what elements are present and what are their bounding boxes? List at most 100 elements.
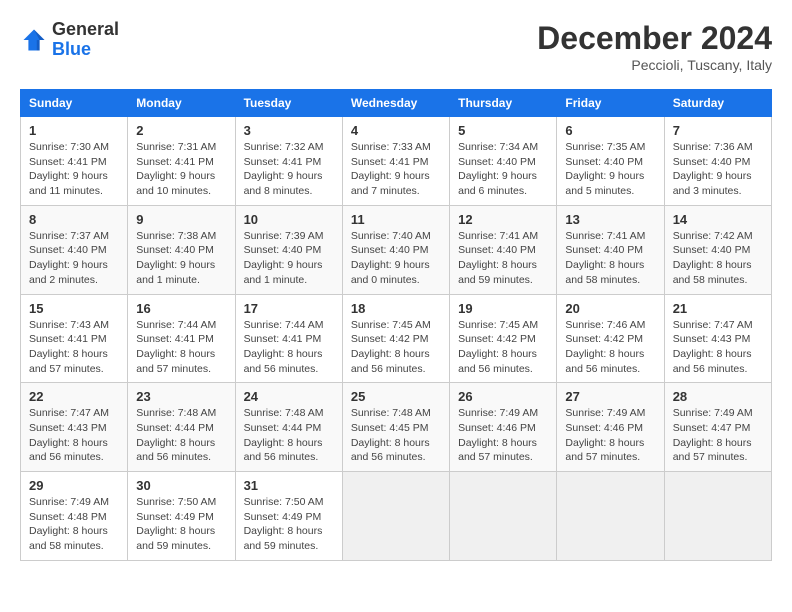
table-cell: 26 Sunrise: 7:49 AM Sunset: 4:46 PM Dayl…: [450, 383, 557, 472]
day-info: Sunrise: 7:37 AM Sunset: 4:40 PM Dayligh…: [29, 229, 119, 288]
day-info: Sunrise: 7:38 AM Sunset: 4:40 PM Dayligh…: [136, 229, 226, 288]
day-info: Sunrise: 7:48 AM Sunset: 4:44 PM Dayligh…: [244, 406, 334, 465]
table-cell: 17 Sunrise: 7:44 AM Sunset: 4:41 PM Dayl…: [235, 294, 342, 383]
table-cell: 8 Sunrise: 7:37 AM Sunset: 4:40 PM Dayli…: [21, 205, 128, 294]
day-info: Sunrise: 7:33 AM Sunset: 4:41 PM Dayligh…: [351, 140, 441, 199]
day-info: Sunrise: 7:48 AM Sunset: 4:45 PM Dayligh…: [351, 406, 441, 465]
day-number: 21: [673, 301, 763, 316]
table-cell: 11 Sunrise: 7:40 AM Sunset: 4:40 PM Dayl…: [342, 205, 449, 294]
header-wednesday: Wednesday: [342, 90, 449, 117]
day-info: Sunrise: 7:50 AM Sunset: 4:49 PM Dayligh…: [244, 495, 334, 554]
day-info: Sunrise: 7:49 AM Sunset: 4:46 PM Dayligh…: [458, 406, 548, 465]
day-info: Sunrise: 7:40 AM Sunset: 4:40 PM Dayligh…: [351, 229, 441, 288]
day-number: 16: [136, 301, 226, 316]
table-cell: 19 Sunrise: 7:45 AM Sunset: 4:42 PM Dayl…: [450, 294, 557, 383]
day-info: Sunrise: 7:48 AM Sunset: 4:44 PM Dayligh…: [136, 406, 226, 465]
day-info: Sunrise: 7:42 AM Sunset: 4:40 PM Dayligh…: [673, 229, 763, 288]
day-number: 29: [29, 478, 119, 493]
logo-general: General: [52, 19, 119, 39]
day-info: Sunrise: 7:47 AM Sunset: 4:43 PM Dayligh…: [673, 318, 763, 377]
day-number: 13: [565, 212, 655, 227]
table-cell: 22 Sunrise: 7:47 AM Sunset: 4:43 PM Dayl…: [21, 383, 128, 472]
day-number: 15: [29, 301, 119, 316]
day-number: 11: [351, 212, 441, 227]
table-cell: 3 Sunrise: 7:32 AM Sunset: 4:41 PM Dayli…: [235, 117, 342, 206]
day-info: Sunrise: 7:43 AM Sunset: 4:41 PM Dayligh…: [29, 318, 119, 377]
day-number: 10: [244, 212, 334, 227]
header-friday: Friday: [557, 90, 664, 117]
day-info: Sunrise: 7:49 AM Sunset: 4:48 PM Dayligh…: [29, 495, 119, 554]
day-number: 20: [565, 301, 655, 316]
day-number: 6: [565, 123, 655, 138]
day-number: 24: [244, 389, 334, 404]
logo-text: General Blue: [52, 20, 119, 60]
day-info: Sunrise: 7:49 AM Sunset: 4:47 PM Dayligh…: [673, 406, 763, 465]
day-number: 8: [29, 212, 119, 227]
day-info: Sunrise: 7:39 AM Sunset: 4:40 PM Dayligh…: [244, 229, 334, 288]
day-number: 28: [673, 389, 763, 404]
day-number: 30: [136, 478, 226, 493]
table-cell: [342, 472, 449, 561]
day-info: Sunrise: 7:32 AM Sunset: 4:41 PM Dayligh…: [244, 140, 334, 199]
table-cell: 1 Sunrise: 7:30 AM Sunset: 4:41 PM Dayli…: [21, 117, 128, 206]
table-cell: 21 Sunrise: 7:47 AM Sunset: 4:43 PM Dayl…: [664, 294, 771, 383]
day-number: 17: [244, 301, 334, 316]
day-info: Sunrise: 7:34 AM Sunset: 4:40 PM Dayligh…: [458, 140, 548, 199]
logo-blue: Blue: [52, 39, 91, 59]
header-sunday: Sunday: [21, 90, 128, 117]
table-cell: 31 Sunrise: 7:50 AM Sunset: 4:49 PM Dayl…: [235, 472, 342, 561]
logo-icon: [20, 26, 48, 54]
table-cell: 15 Sunrise: 7:43 AM Sunset: 4:41 PM Dayl…: [21, 294, 128, 383]
day-number: 4: [351, 123, 441, 138]
day-number: 19: [458, 301, 548, 316]
day-info: Sunrise: 7:47 AM Sunset: 4:43 PM Dayligh…: [29, 406, 119, 465]
location-subtitle: Peccioli, Tuscany, Italy: [537, 57, 772, 73]
table-cell: 16 Sunrise: 7:44 AM Sunset: 4:41 PM Dayl…: [128, 294, 235, 383]
logo: General Blue: [20, 20, 119, 60]
day-info: Sunrise: 7:36 AM Sunset: 4:40 PM Dayligh…: [673, 140, 763, 199]
table-cell: 20 Sunrise: 7:46 AM Sunset: 4:42 PM Dayl…: [557, 294, 664, 383]
table-cell: 30 Sunrise: 7:50 AM Sunset: 4:49 PM Dayl…: [128, 472, 235, 561]
day-number: 25: [351, 389, 441, 404]
table-cell: 25 Sunrise: 7:48 AM Sunset: 4:45 PM Dayl…: [342, 383, 449, 472]
day-number: 3: [244, 123, 334, 138]
table-cell: 24 Sunrise: 7:48 AM Sunset: 4:44 PM Dayl…: [235, 383, 342, 472]
day-number: 18: [351, 301, 441, 316]
table-cell: [664, 472, 771, 561]
header-tuesday: Tuesday: [235, 90, 342, 117]
page-header: General Blue December 2024 Peccioli, Tus…: [20, 20, 772, 73]
day-info: Sunrise: 7:30 AM Sunset: 4:41 PM Dayligh…: [29, 140, 119, 199]
table-cell: 28 Sunrise: 7:49 AM Sunset: 4:47 PM Dayl…: [664, 383, 771, 472]
table-cell: 27 Sunrise: 7:49 AM Sunset: 4:46 PM Dayl…: [557, 383, 664, 472]
day-number: 12: [458, 212, 548, 227]
day-info: Sunrise: 7:49 AM Sunset: 4:46 PM Dayligh…: [565, 406, 655, 465]
table-cell: 9 Sunrise: 7:38 AM Sunset: 4:40 PM Dayli…: [128, 205, 235, 294]
day-info: Sunrise: 7:35 AM Sunset: 4:40 PM Dayligh…: [565, 140, 655, 199]
day-number: 31: [244, 478, 334, 493]
table-cell: [450, 472, 557, 561]
calendar-table: Sunday Monday Tuesday Wednesday Thursday…: [20, 89, 772, 561]
header-monday: Monday: [128, 90, 235, 117]
day-number: 26: [458, 389, 548, 404]
header-thursday: Thursday: [450, 90, 557, 117]
table-cell: 18 Sunrise: 7:45 AM Sunset: 4:42 PM Dayl…: [342, 294, 449, 383]
month-title: December 2024: [537, 20, 772, 57]
table-cell: 14 Sunrise: 7:42 AM Sunset: 4:40 PM Dayl…: [664, 205, 771, 294]
day-info: Sunrise: 7:46 AM Sunset: 4:42 PM Dayligh…: [565, 318, 655, 377]
day-number: 23: [136, 389, 226, 404]
day-info: Sunrise: 7:45 AM Sunset: 4:42 PM Dayligh…: [458, 318, 548, 377]
day-number: 22: [29, 389, 119, 404]
table-cell: 12 Sunrise: 7:41 AM Sunset: 4:40 PM Dayl…: [450, 205, 557, 294]
table-cell: 23 Sunrise: 7:48 AM Sunset: 4:44 PM Dayl…: [128, 383, 235, 472]
day-number: 14: [673, 212, 763, 227]
day-info: Sunrise: 7:41 AM Sunset: 4:40 PM Dayligh…: [458, 229, 548, 288]
day-info: Sunrise: 7:44 AM Sunset: 4:41 PM Dayligh…: [244, 318, 334, 377]
day-number: 1: [29, 123, 119, 138]
table-cell: 7 Sunrise: 7:36 AM Sunset: 4:40 PM Dayli…: [664, 117, 771, 206]
day-info: Sunrise: 7:44 AM Sunset: 4:41 PM Dayligh…: [136, 318, 226, 377]
table-cell: 6 Sunrise: 7:35 AM Sunset: 4:40 PM Dayli…: [557, 117, 664, 206]
day-number: 7: [673, 123, 763, 138]
day-info: Sunrise: 7:50 AM Sunset: 4:49 PM Dayligh…: [136, 495, 226, 554]
table-cell: [557, 472, 664, 561]
day-number: 27: [565, 389, 655, 404]
